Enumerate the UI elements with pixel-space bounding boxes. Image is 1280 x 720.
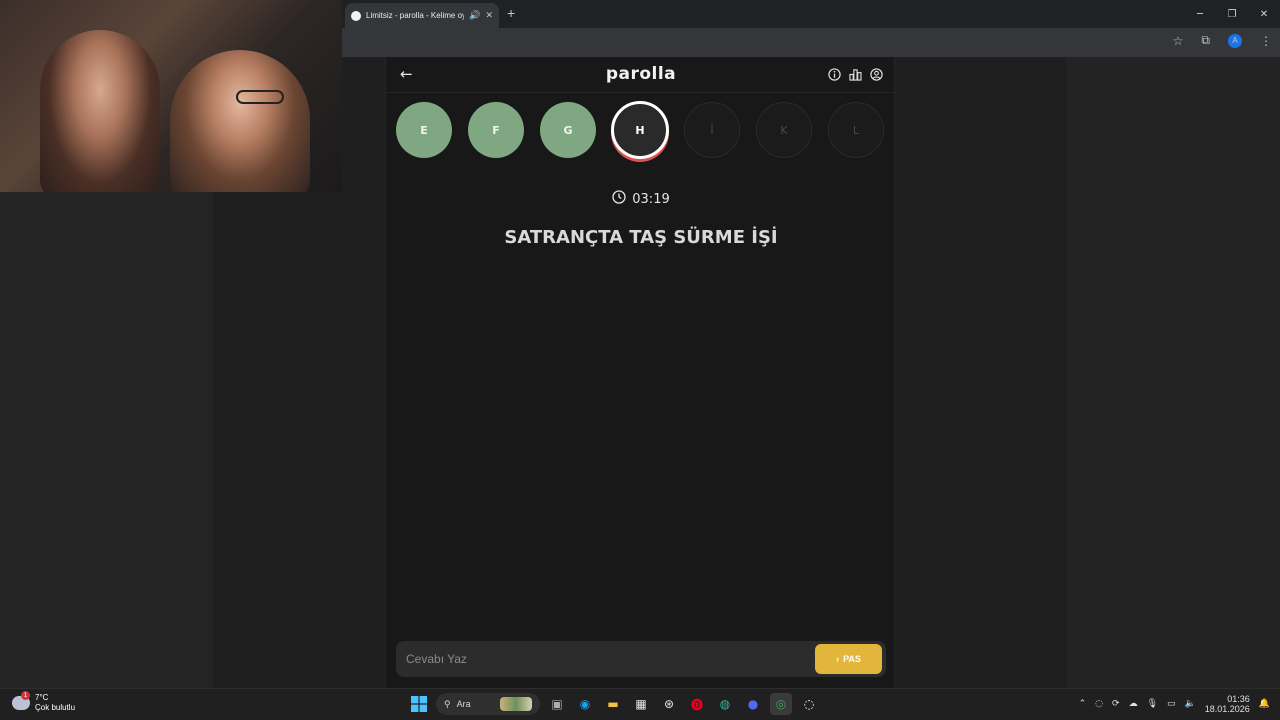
- letter-circle-g: G: [540, 102, 596, 158]
- taskbar-clock[interactable]: 01:36 18.01.2026: [1205, 694, 1250, 714]
- letter-circle-l: L: [828, 102, 884, 158]
- file-explorer-icon[interactable]: ▬: [602, 693, 624, 715]
- display-icon[interactable]: ▭: [1167, 699, 1176, 709]
- search-highlight-image: [500, 697, 532, 711]
- chrome-icon[interactable]: ◎: [770, 693, 792, 715]
- menu-kebab-icon[interactable]: ⋮: [1260, 34, 1272, 48]
- chevron-up-icon[interactable]: ⌃: [1079, 699, 1087, 709]
- app-header: ← parolla: [386, 57, 896, 93]
- speaker-icon[interactable]: 🔊: [469, 11, 480, 21]
- ms-store-icon[interactable]: ▦: [630, 693, 652, 715]
- pass-button[interactable]: › PAS: [815, 644, 882, 674]
- favicon-icon: [351, 10, 361, 21]
- chevron-right-icon: ›: [836, 654, 840, 664]
- weather-desc: Çok bulutlu: [35, 703, 76, 712]
- letter-circle-k: K: [756, 102, 812, 158]
- volume-icon[interactable]: 🔈: [1185, 699, 1196, 709]
- window-controls: ─ ❐ ✕: [1184, 0, 1280, 28]
- bookmark-star-icon[interactable]: ☆: [1173, 34, 1184, 48]
- app-icon-1[interactable]: ⊛: [658, 693, 680, 715]
- extensions-icon[interactable]: ⧉: [1201, 33, 1210, 48]
- letter-circle-i: İ: [684, 102, 740, 158]
- clock-date: 18.01.2026: [1204, 704, 1250, 714]
- info-icon[interactable]: [827, 67, 841, 81]
- stats-chart-icon[interactable]: [848, 67, 862, 81]
- tray-app-icon[interactable]: ◌: [1095, 699, 1103, 709]
- weather-temp: 7°C: [35, 693, 49, 702]
- microphone-icon[interactable]: 🎙: [1147, 699, 1158, 709]
- letter-circle-f: F: [468, 102, 524, 158]
- new-tab-button[interactable]: +: [507, 5, 515, 21]
- app-globe-icon[interactable]: ◍: [714, 693, 736, 715]
- webcam-person-left: [40, 30, 160, 192]
- edge-browser-icon[interactable]: ◉: [574, 693, 596, 715]
- browser-tab-active[interactable]: Limitsiz - parolla - Kelime oyunu 🔊 ✕: [345, 3, 499, 28]
- windows-start-icon[interactable]: [408, 693, 430, 715]
- answer-input[interactable]: [406, 647, 806, 671]
- minimize-button[interactable]: ─: [1184, 0, 1216, 28]
- app-title: parolla: [605, 64, 677, 84]
- pinterest-icon[interactable]: ⓿: [686, 693, 708, 715]
- weather-text: 7°C Çok bulutlu: [35, 693, 75, 713]
- address-bar[interactable]: [342, 30, 1157, 54]
- clock-time: 01:36: [1227, 694, 1250, 704]
- webcam-glasses: [236, 90, 284, 104]
- task-view-icon[interactable]: ▣: [546, 693, 568, 715]
- timer-value: 03:19: [632, 191, 670, 207]
- obs-icon[interactable]: ◌: [798, 693, 820, 715]
- letter-circle-h-current: H: [611, 101, 669, 159]
- question-text: SATRANÇTA TAŞ SÜRME İŞİ: [504, 227, 778, 248]
- webcam-person-right: [170, 50, 310, 192]
- user-profile-icon[interactable]: [869, 67, 883, 81]
- taskbar-apps: ⚲ Ara ▣ ◉ ▬ ▦ ⊛ ⓿ ◍ ● ◎ ◌: [408, 693, 820, 715]
- letter-wheel: E F G H İ K L: [396, 101, 886, 162]
- close-tab-icon[interactable]: ✕: [485, 11, 493, 21]
- profile-avatar-icon[interactable]: A: [1228, 33, 1242, 48]
- windows-taskbar: 1 7°C Çok bulutlu ⚲ Ara ▣ ◉ ▬ ▦ ⊛ ⓿ ◍ ● …: [0, 688, 1280, 720]
- taskbar-search[interactable]: ⚲ Ara: [436, 693, 540, 715]
- cloud-icon: 1: [12, 691, 30, 710]
- browser-toolbar: ☆ ⧉ A ⋮: [342, 28, 1280, 57]
- desktop-area-left: [0, 192, 213, 688]
- weather-widget[interactable]: 1 7°C Çok bulutlu: [12, 691, 75, 713]
- webcam-overlay: [0, 0, 342, 192]
- toolbar-icons: ☆ ⧉ A ⋮: [1173, 33, 1272, 48]
- parolla-app: ← parolla E F G H İ K L 03:19 SATRANÇTA …: [385, 57, 896, 688]
- system-tray: ⌃ ◌ ⟳ ☁ 🎙 ▭ 🔈 01:36 18.01.2026 🔔: [1079, 694, 1270, 714]
- close-window-button[interactable]: ✕: [1248, 0, 1280, 28]
- discord-icon[interactable]: ●: [742, 693, 764, 715]
- cloud-sync-icon[interactable]: ☁: [1129, 699, 1138, 709]
- taskbar-search-label: Ara: [456, 699, 471, 709]
- timer: 03:19: [386, 190, 896, 208]
- screen: Limitsiz - parolla - Kelime oyunu 🔊 ✕ + …: [0, 0, 1280, 720]
- page-right-panel: [1067, 57, 1280, 688]
- search-icon: ⚲: [444, 698, 451, 709]
- header-icons: [827, 67, 883, 81]
- sync-icon[interactable]: ⟳: [1112, 699, 1120, 709]
- letter-circle-e: E: [396, 102, 452, 158]
- tab-title: Limitsiz - parolla - Kelime oyunu: [366, 11, 465, 20]
- clock-icon: [612, 190, 626, 208]
- notification-bell-icon[interactable]: 🔔: [1259, 699, 1270, 709]
- weather-badge: 1: [21, 691, 30, 700]
- browser-tabbar: Limitsiz - parolla - Kelime oyunu 🔊 ✕ + …: [342, 0, 1280, 28]
- restore-button[interactable]: ❐: [1216, 0, 1248, 28]
- pass-button-label: PAS: [843, 654, 861, 664]
- answer-bar: › PAS: [396, 641, 886, 677]
